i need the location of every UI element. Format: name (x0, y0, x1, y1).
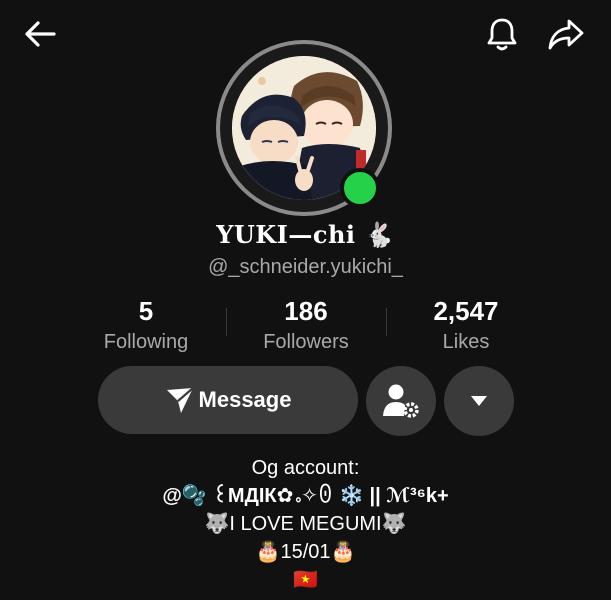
more-options-dropdown[interactable] (444, 366, 514, 436)
online-status-indicator (340, 168, 380, 208)
stat-label: Following (103, 331, 189, 353)
stat-label: Followers (263, 331, 349, 353)
stat-value: 186 (284, 296, 328, 326)
message-label: Message (198, 387, 292, 412)
stat-label: Likes (442, 331, 490, 353)
stat-value: 2,547 (433, 296, 499, 326)
stat-following[interactable]: 5 Following (66, 296, 226, 354)
username: @_schneider.yukichi_ (208, 256, 403, 278)
avatar-ring[interactable] (216, 40, 392, 216)
display-name: YUKI—chi 🐇 (216, 220, 395, 249)
follow-settings-button[interactable] (366, 366, 436, 436)
bell-icon (487, 18, 517, 51)
bio-line: @🫧 ꒰МДІК✿｡✧ꏿ ❄️ || ℳ³⁶k+ (162, 485, 449, 507)
user-gear-icon (383, 384, 419, 418)
caret-down-icon (471, 396, 487, 406)
bio-line: 🐺I LOVE MEGUMI🐺 (204, 513, 407, 535)
bio-line: 🎂15/01🎂 (255, 541, 356, 563)
notification-bell-button[interactable] (482, 14, 522, 54)
bio-line: Og account: (251, 457, 360, 479)
stat-followers[interactable]: 186 Followers (226, 296, 386, 354)
bio-line: 🇻🇳 (293, 569, 318, 591)
stat-value: 5 (138, 296, 154, 326)
message-button[interactable]: Message (98, 366, 358, 434)
arrow-left-icon (25, 21, 56, 47)
send-icon (166, 387, 194, 413)
share-arrow-icon (548, 19, 584, 50)
back-button[interactable] (20, 14, 60, 54)
stat-likes[interactable]: 2,547 Likes (386, 296, 546, 354)
share-button[interactable] (546, 14, 586, 54)
